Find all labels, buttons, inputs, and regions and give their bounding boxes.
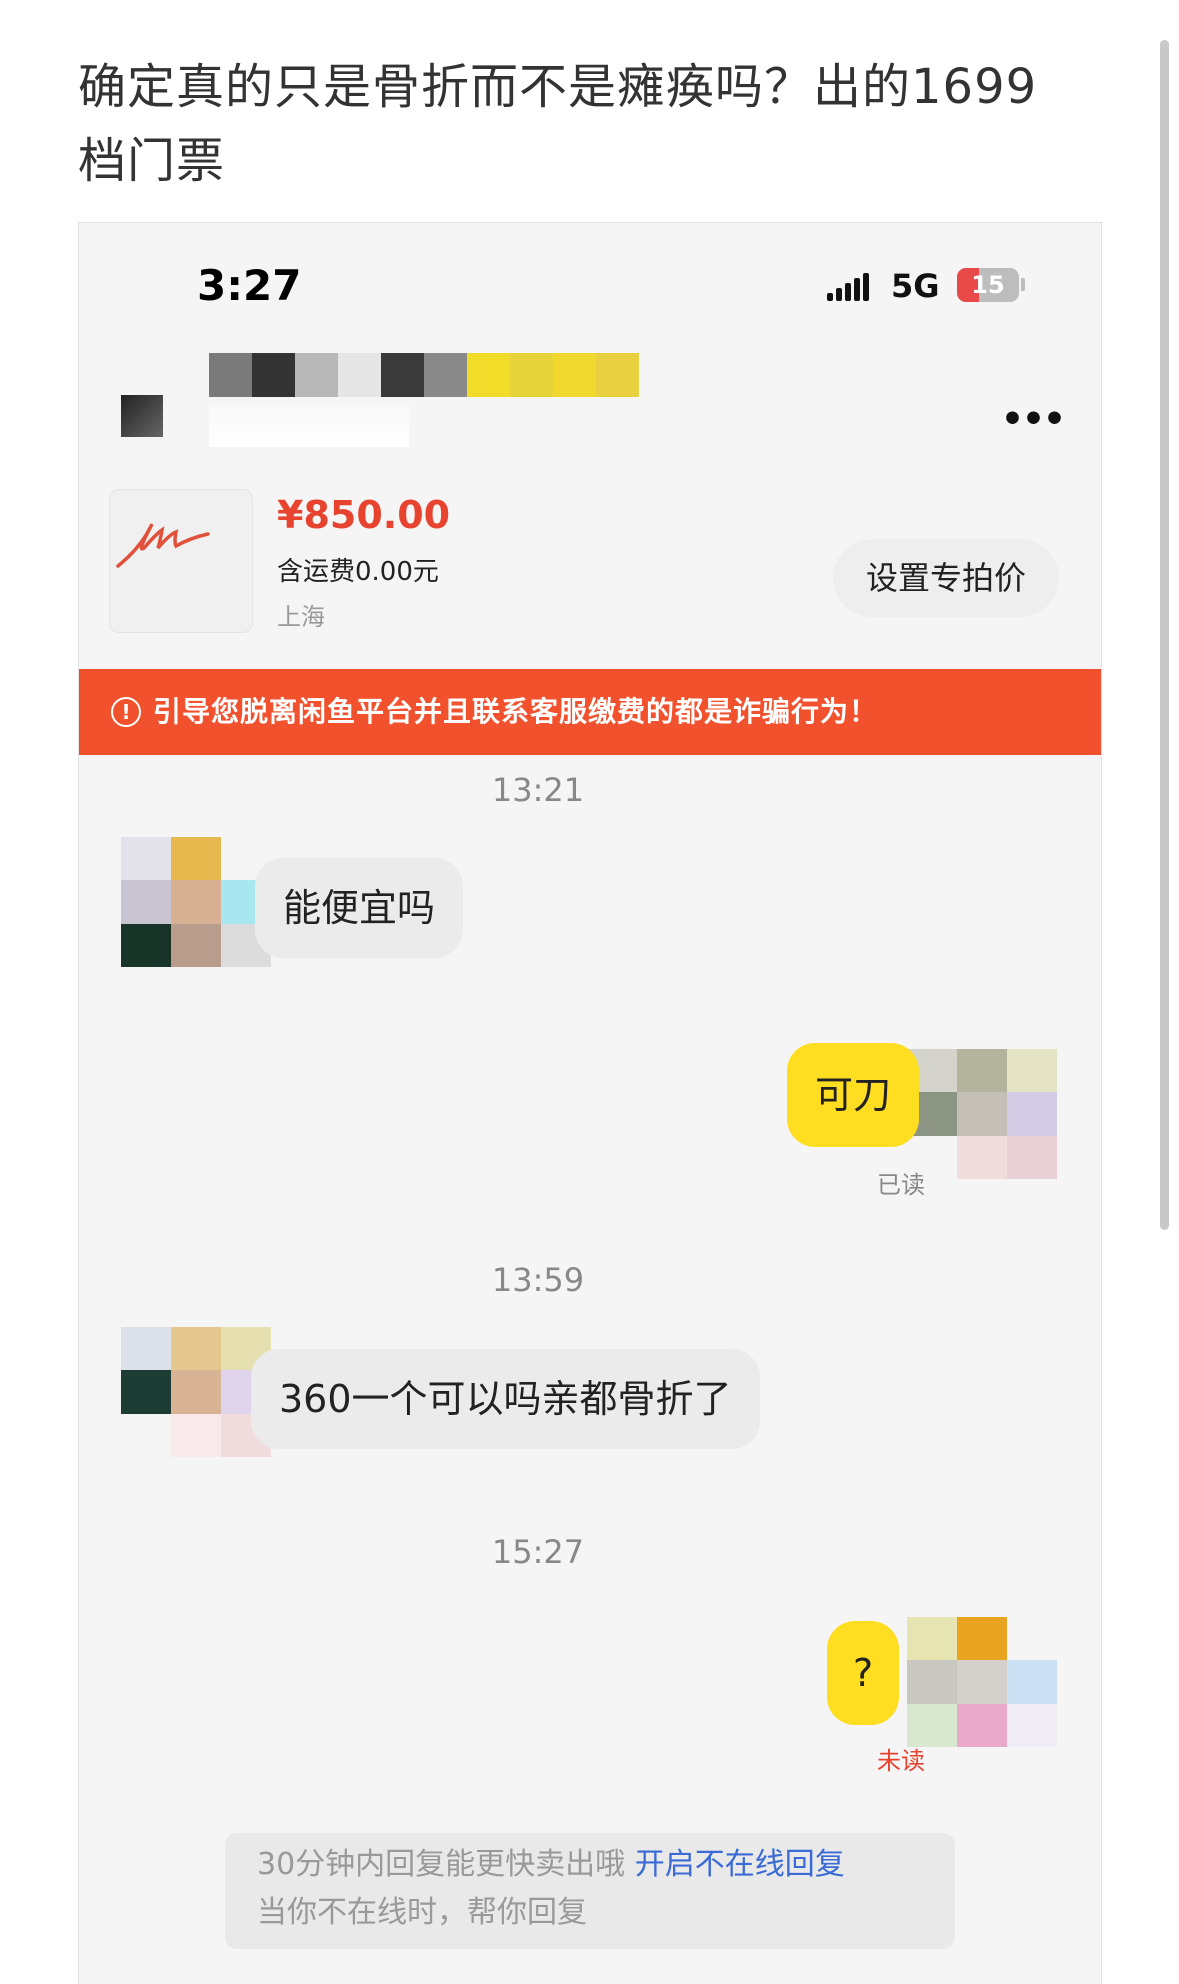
signal-icon: [827, 273, 869, 301]
message-bubble[interactable]: 360一个可以吗亲都骨折了: [251, 1349, 760, 1449]
post-title: 确定真的只是骨折而不是瘫痪吗？出的1699档门票: [78, 59, 1038, 189]
message-bubble[interactable]: 可刀: [787, 1043, 920, 1147]
blurred-username: [209, 353, 639, 397]
product-card[interactable]: ¥850.00 含运费0.00元 上海 设置专拍价: [79, 459, 1101, 633]
unread-status: 未读: [877, 1747, 925, 1775]
seller-avatar[interactable]: [907, 1049, 1057, 1179]
more-options-button[interactable]: •••: [1001, 399, 1066, 440]
product-thumbnail[interactable]: [109, 489, 253, 633]
reply-tip-subtext: 当你不在线时，帮你回复: [257, 1895, 587, 1930]
blurred-subtitle: [209, 403, 409, 447]
set-special-price-button[interactable]: 设置专拍价: [833, 539, 1059, 617]
product-shipping: 含运费0.00元: [277, 557, 439, 587]
battery-level: 15: [971, 271, 1005, 299]
battery-icon: 15: [957, 268, 1019, 302]
fraud-warning-banner: ! 引导您脱离闲鱼平台并且联系客服缴费的都是诈骗行为！: [79, 669, 1101, 755]
buyer-avatar[interactable]: [121, 1327, 271, 1457]
message-bubble[interactable]: ?: [827, 1621, 900, 1725]
product-location: 上海: [277, 603, 325, 631]
page-scrollbar[interactable]: [1160, 40, 1169, 1230]
message-timestamp: 13:21: [491, 771, 585, 809]
warning-icon: !: [111, 697, 141, 727]
buyer-avatar[interactable]: [121, 837, 271, 967]
product-price: ¥850.00: [277, 493, 451, 537]
auto-reply-tip: 30分钟内回复能更快卖出哦 开启不在线回复 当你不在线时，帮你回复: [225, 1833, 955, 1949]
reply-tip-text: 30分钟内回复能更快卖出哦: [257, 1847, 626, 1882]
battery-tip: [1021, 278, 1025, 291]
warning-text: 引导您脱离闲鱼平台并且联系客服缴费的都是诈骗行为！: [153, 695, 879, 728]
message-bubble[interactable]: 能便宜吗: [255, 858, 464, 958]
message-timestamp: 13:59: [491, 1261, 585, 1299]
seller-avatar[interactable]: [907, 1617, 1057, 1747]
read-status: 已读: [877, 1171, 925, 1199]
enable-offline-reply-link[interactable]: 开启不在线回复: [635, 1847, 845, 1882]
network-label: 5G: [891, 267, 940, 305]
status-time: 3:27: [197, 261, 302, 310]
message-timestamp: 15:27: [491, 1533, 585, 1571]
signature-mark: [116, 523, 210, 568]
back-icon[interactable]: [121, 395, 163, 437]
chat-screenshot: 3:27 5G 15 ••• ¥850.00 含运费0.00元 上海 设置专拍价…: [78, 222, 1102, 1984]
